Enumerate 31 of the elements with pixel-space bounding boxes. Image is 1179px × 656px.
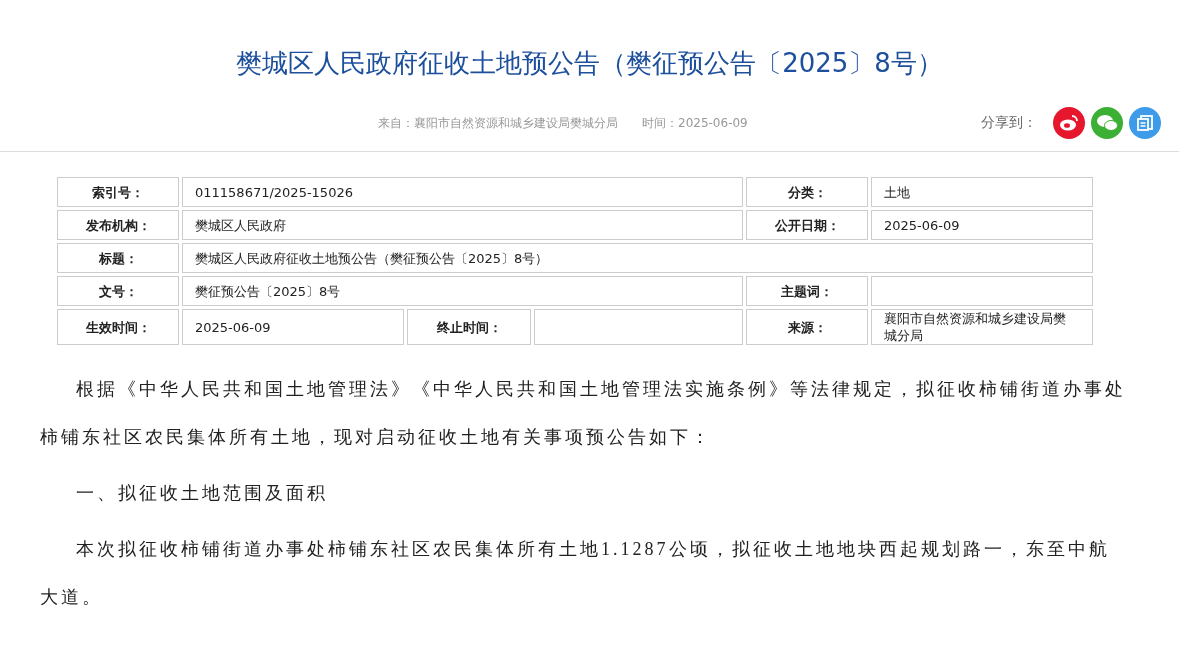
field-label: 来源： <box>746 309 868 345</box>
share-button[interactable] <box>1053 107 1085 139</box>
field-label: 生效时间： <box>57 309 179 345</box>
field-value: 011158671/2025-15026 <box>182 177 743 207</box>
field-value: 襄阳市自然资源和城乡建设局樊城分局 <box>871 309 1093 345</box>
field-value: 樊城区人民政府 <box>182 210 743 240</box>
field-label: 发布机构： <box>57 210 179 240</box>
field-value: 2025-06-09 <box>182 309 404 345</box>
source-text: 来自：襄阳市自然资源和城乡建设局樊城分局 <box>378 114 618 132</box>
date-text: 时间：2025-06-09 <box>642 114 748 132</box>
share-button[interactable] <box>1091 107 1123 139</box>
body-paragraph: 本次拟征收柿铺街道办事处柿铺东社区农民集体所有土地1.1287公顷，拟征收土地地块西起规划路一，东至中航大道。 <box>40 538 1111 609</box>
field-value: 樊城区人民政府征收土地预公告（樊征预公告〔2025〕8号） <box>182 243 1093 273</box>
field-value: 2025-06-09 <box>871 210 1093 240</box>
weibo-icon <box>1059 114 1079 132</box>
share-label: 分享到： <box>981 114 1037 132</box>
field-label: 分类： <box>746 177 868 207</box>
chat-bubbles-icon <box>1096 114 1118 132</box>
body-paragraph: 一、拟征收土地范围及面积 <box>75 482 329 505</box>
field-label: 终止时间： <box>407 309 531 345</box>
field-label: 文号： <box>57 276 179 306</box>
field-value: 樊征预公告〔2025〕8号 <box>182 276 743 306</box>
field-label: 索引号： <box>57 177 179 207</box>
share-button[interactable] <box>1129 107 1161 139</box>
article-title: 樊城区人民政府征收土地预公告（樊征预公告〔2025〕8号） <box>235 47 944 80</box>
field-label: 标题： <box>57 243 179 273</box>
body-paragraph: 根据《中华人民共和国土地管理法》《中华人民共和国土地管理法实施条例》等法律规定，拟征收柿铺街道办事处柿铺东社区农民集体所有土地，现对启动征收土地有关事项预公告如下： <box>40 378 1127 449</box>
field-label: 主题词： <box>746 276 868 306</box>
document-icon <box>1137 115 1153 131</box>
field-value: 土地 <box>871 177 1093 207</box>
field-label: 公开日期： <box>746 210 868 240</box>
